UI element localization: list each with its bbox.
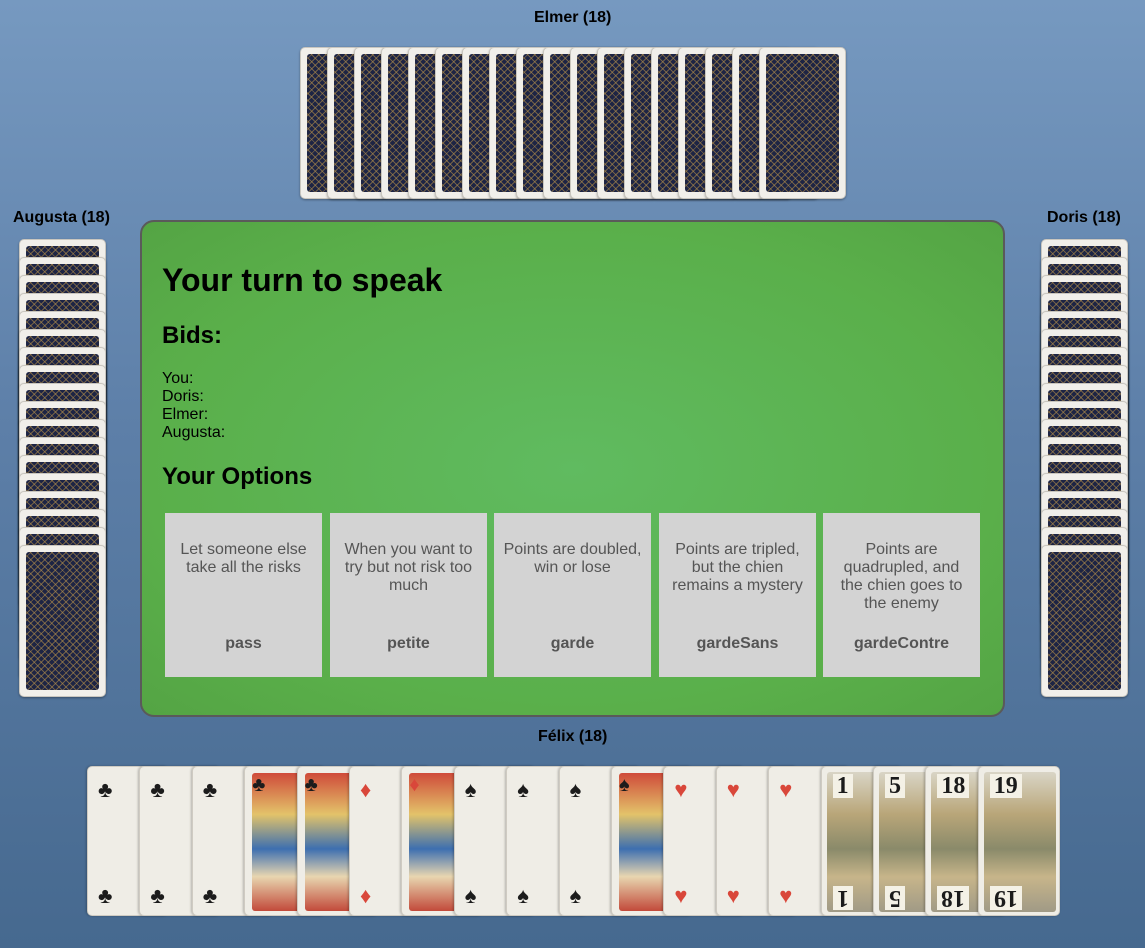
trump-number: 1 (832, 774, 853, 798)
bids-heading: Bids: (162, 322, 222, 349)
card-back (759, 47, 846, 199)
trump-number: 18 (937, 885, 970, 911)
turn-title: Your turn to speak (162, 262, 443, 298)
trump-number: 5 (885, 774, 905, 798)
bid-option-pass[interactable]: Let someone else take all the risks pass (165, 513, 322, 677)
bid-you: You: (162, 370, 194, 387)
option-name: garde (550, 635, 595, 652)
card-back (19, 545, 106, 697)
trump-number: 18 (937, 774, 970, 798)
bid-doris: Doris: (162, 388, 204, 405)
clubs-icon: ♣ (304, 774, 318, 796)
clubs-icon: ♣ (252, 774, 266, 796)
bid-option-garde-sans[interactable]: Points are tripled, but the chien remain… (659, 513, 816, 677)
diamonds-icon: ♦ (360, 777, 372, 802)
player-label-west: Augusta (18) (13, 209, 110, 226)
spades-icon: ♠ (569, 883, 582, 908)
option-description: When you want to try but not risk too mu… (344, 541, 473, 594)
hearts-icon: ♥ (779, 883, 793, 908)
card-back-pattern (766, 54, 839, 192)
option-description: Points are tripled, but the chien remain… (672, 541, 803, 594)
hearts-icon: ♥ (726, 883, 740, 908)
hearts-icon: ♥ (779, 777, 793, 802)
spades-icon: ♠ (517, 883, 529, 908)
bid-augusta: Augusta: (162, 424, 226, 441)
options-heading: Your Options (162, 463, 313, 490)
option-description: Points are quadrupled, and the chien goe… (840, 541, 963, 612)
trump-card-19[interactable]: 19 19 (977, 766, 1060, 916)
hearts-icon: ♥ (726, 777, 740, 802)
player-label-south: Félix (18) (538, 728, 608, 745)
bid-elmer: Elmer: (162, 406, 209, 423)
option-name: gardeContre (853, 635, 950, 652)
spades-icon: ♠ (464, 777, 477, 802)
bid-option-garde[interactable]: Points are doubled, win or lose garde (494, 513, 651, 677)
option-name: petite (387, 635, 430, 652)
clubs-icon: ♣ (150, 883, 165, 908)
opponent-hand-west (19, 239, 106, 697)
option-name: gardeSans (696, 635, 779, 652)
bids-list: You: Doris: Elmer: Augusta: (162, 370, 225, 442)
player-label-east: Doris (18) (1047, 209, 1121, 226)
trump-number: 1 (832, 885, 853, 911)
trump-number: 19 (989, 774, 1022, 798)
trump-illustration: 19 19 (983, 772, 1056, 912)
opponent-hand-north (300, 47, 846, 199)
trump-number: 5 (885, 885, 905, 911)
bid-option-garde-contre[interactable]: Points are quadrupled, and the chien goe… (823, 513, 980, 677)
clubs-icon: ♣ (202, 883, 218, 908)
player-label-north: Elmer (18) (534, 9, 612, 26)
card-back-pattern (26, 552, 99, 690)
option-description: Points are doubled, win or lose (503, 541, 642, 576)
opponent-hand-east (1041, 239, 1128, 697)
diamonds-icon: ♦ (409, 774, 420, 796)
spades-icon: ♠ (619, 774, 630, 796)
clubs-icon: ♣ (98, 777, 113, 802)
bid-option-petite[interactable]: When you want to try but not risk too mu… (330, 513, 487, 677)
player-hand: ♣ ♣ ♣ ♣ ♣ ♣ ♣ ♣ ♦ ♦ ♦ ♠ ♠ ♠ ♠ ♠ ♠ ♠ ♥ ♥ ♥ ♥ ♥ ♥ 1 1 5 5 18 18 19 19 (87, 766, 1060, 918)
option-description: Let someone else take all the risks (180, 541, 307, 576)
clubs-icon: ♣ (150, 777, 165, 802)
card-back (1041, 545, 1128, 697)
trump-number: 19 (989, 885, 1022, 911)
option-name: pass (225, 635, 262, 652)
clubs-icon: ♣ (98, 883, 113, 908)
bidding-panel: Your turn to speak Bids: You: Doris: Elm… (140, 220, 1005, 717)
diamonds-icon: ♦ (360, 883, 372, 908)
hearts-icon: ♥ (674, 883, 688, 908)
hearts-icon: ♥ (674, 777, 688, 802)
card-back-pattern (1048, 552, 1121, 690)
clubs-icon: ♣ (202, 777, 218, 802)
spades-icon: ♠ (464, 883, 477, 908)
spades-icon: ♠ (569, 777, 582, 802)
spades-icon: ♠ (517, 777, 529, 802)
